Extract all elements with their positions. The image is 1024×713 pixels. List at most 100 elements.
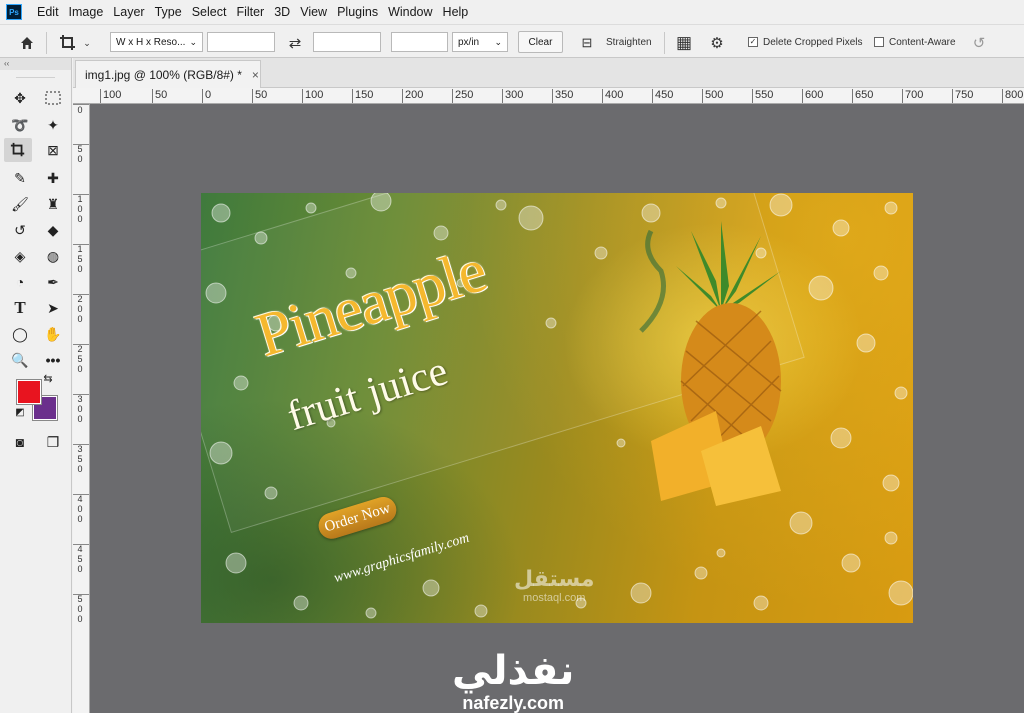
menu-layer[interactable]: Layer bbox=[108, 5, 149, 19]
content-aware-checkbox[interactable]: Content-Aware bbox=[874, 32, 956, 52]
content-aware-label: Content-Aware bbox=[889, 36, 956, 48]
ruler-label: 0 bbox=[77, 105, 83, 115]
menu-edit[interactable]: Edit bbox=[32, 5, 64, 19]
dodge-tool-icon[interactable]: ◔ bbox=[6, 270, 34, 294]
ruler-label: 5 bbox=[77, 144, 83, 154]
crop-tool-icon[interactable] bbox=[4, 138, 32, 162]
photoshop-logo-icon[interactable]: Ps bbox=[6, 4, 22, 20]
resolution-unit-select[interactable]: px/in ⌄ bbox=[452, 32, 508, 52]
ruler-label: 5 bbox=[77, 354, 83, 364]
swap-dimensions-icon[interactable]: ⇄ bbox=[284, 32, 306, 54]
ruler-label: 50 bbox=[152, 89, 167, 103]
home-icon[interactable] bbox=[16, 32, 38, 54]
ruler-label: 0 bbox=[77, 404, 83, 414]
history-brush-icon[interactable]: ↺ bbox=[6, 218, 34, 242]
canvas-area[interactable]: Pineapple fruit juice Order Now www.grap… bbox=[90, 104, 1024, 713]
ruler-label: 800 bbox=[1002, 89, 1023, 103]
chevron-down-icon[interactable]: ⌄ bbox=[81, 32, 93, 54]
close-icon[interactable]: × bbox=[252, 68, 259, 82]
menu-help[interactable]: Help bbox=[438, 5, 474, 19]
chevron-down-icon: ⌄ bbox=[494, 36, 502, 47]
checkbox-checked-icon: ✓ bbox=[748, 37, 758, 47]
menu-image[interactable]: Image bbox=[64, 5, 109, 19]
path-selection-icon[interactable]: ➤ bbox=[39, 296, 67, 320]
ruler-label: 2 bbox=[77, 294, 83, 304]
ruler-label: 600 bbox=[802, 89, 823, 103]
quick-mask-icon[interactable]: ◙ bbox=[6, 430, 34, 454]
ruler-label: 0 bbox=[77, 214, 83, 224]
ruler-label: 550 bbox=[752, 89, 773, 103]
eraser-icon[interactable]: ◆ bbox=[39, 218, 67, 242]
ratio-preset-select[interactable]: W x H x Reso... ⌄ bbox=[110, 32, 203, 52]
panel-collapse-button[interactable]: ‹‹ bbox=[0, 58, 71, 70]
mostaql-watermark-latin: mostaql.com bbox=[523, 592, 586, 604]
straighten-icon[interactable]: ⊟ bbox=[576, 32, 598, 54]
document-image[interactable]: Pineapple fruit juice Order Now www.grap… bbox=[201, 193, 913, 623]
rectangular-marquee-icon[interactable] bbox=[39, 86, 67, 110]
menu-3d[interactable]: 3D bbox=[269, 5, 295, 19]
vertical-ruler[interactable]: 0 5 0 1 0 0 1 5 0 2 0 0 2 5 0 3 0 0 3 5 … bbox=[73, 104, 90, 713]
menu-view[interactable]: View bbox=[295, 5, 332, 19]
ruler-label: 150 bbox=[352, 89, 373, 103]
pineapple-illustration bbox=[639, 221, 782, 506]
ruler-label: 0 bbox=[77, 304, 83, 314]
menu-type[interactable]: Type bbox=[150, 5, 187, 19]
screen-mode-icon[interactable]: ❐ bbox=[39, 430, 67, 454]
delete-cropped-pixels-label: Delete Cropped Pixels bbox=[763, 36, 863, 48]
menu-filter[interactable]: Filter bbox=[231, 5, 269, 19]
overlay-grid-icon[interactable]: ▦ bbox=[673, 32, 695, 54]
swap-colors-icon[interactable]: ⇆ bbox=[40, 370, 56, 386]
ruler-label: 0 bbox=[77, 414, 83, 424]
ruler-label: 500 bbox=[702, 89, 723, 103]
magic-wand-icon[interactable]: ✦ bbox=[39, 113, 67, 137]
nafezly-watermark-arabic: نفذلي bbox=[452, 648, 575, 694]
lasso-tool-icon[interactable]: ➰ bbox=[6, 113, 34, 137]
ruler-label: 450 bbox=[652, 89, 673, 103]
brush-tool-icon[interactable]: 🖌 bbox=[6, 192, 34, 216]
move-tool-icon[interactable]: ✥ bbox=[6, 86, 34, 110]
ruler-label: 1 bbox=[77, 194, 83, 204]
straighten-label[interactable]: Straighten bbox=[606, 32, 652, 52]
height-input[interactable] bbox=[313, 32, 381, 52]
paint-bucket-icon[interactable]: ◈ bbox=[6, 244, 34, 268]
mostaql-watermark: مستقل mostaql.com bbox=[514, 568, 594, 605]
ruler-label: 3 bbox=[77, 394, 83, 404]
pen-tool-icon[interactable]: ✒ bbox=[39, 270, 67, 294]
ruler-label: 100 bbox=[100, 89, 121, 103]
resolution-input[interactable] bbox=[391, 32, 448, 52]
panel-grip[interactable] bbox=[16, 70, 55, 78]
menu-window[interactable]: Window bbox=[383, 5, 437, 19]
ruler-label: 400 bbox=[602, 89, 623, 103]
hand-tool-icon[interactable]: ✋ bbox=[39, 322, 67, 346]
ruler-label: 650 bbox=[852, 89, 873, 103]
gear-icon[interactable]: ⚙ bbox=[706, 32, 728, 54]
width-input[interactable] bbox=[207, 32, 275, 52]
menu-bar: Ps Edit Image Layer Type Select Filter 3… bbox=[0, 0, 1024, 24]
ruler-label: 50 bbox=[252, 89, 267, 103]
more-tools-icon[interactable]: ••• bbox=[39, 348, 67, 372]
type-tool-icon[interactable]: T bbox=[6, 296, 34, 320]
document-tab[interactable]: img1.jpg @ 100% (RGB/8#) * × bbox=[75, 60, 261, 88]
delete-cropped-pixels-checkbox[interactable]: ✓ Delete Cropped Pixels bbox=[748, 32, 863, 52]
frame-tool-icon[interactable]: ⊠ bbox=[39, 138, 67, 162]
ruler-label: 0 bbox=[77, 204, 83, 214]
menu-select[interactable]: Select bbox=[187, 5, 232, 19]
ruler-label: 700 bbox=[902, 89, 923, 103]
menu-plugins[interactable]: Plugins bbox=[332, 5, 383, 19]
foreground-color-swatch[interactable] bbox=[16, 379, 42, 405]
ruler-label: 5 bbox=[77, 254, 83, 264]
healing-brush-icon[interactable]: ✚ bbox=[39, 166, 67, 190]
horizontal-ruler[interactable]: 100 50 0 50 100 150 200 250 300 350 400 … bbox=[73, 88, 1024, 104]
ruler-label: 0 bbox=[77, 564, 83, 574]
ruler-label: 0 bbox=[77, 314, 83, 324]
default-colors-icon[interactable]: ◩ bbox=[12, 404, 28, 420]
blur-tool-icon[interactable]: ◍ bbox=[39, 244, 67, 268]
ellipse-tool-icon[interactable]: ◯ bbox=[6, 322, 34, 346]
clone-stamp-icon[interactable]: ♜ bbox=[39, 192, 67, 216]
clear-button[interactable]: Clear bbox=[518, 31, 563, 53]
ruler-label: 750 bbox=[952, 89, 973, 103]
zoom-tool-icon[interactable]: 🔍 bbox=[6, 348, 34, 372]
crop-tool-preset-icon[interactable] bbox=[57, 32, 79, 54]
eyedropper-icon[interactable]: ✎ bbox=[6, 166, 34, 190]
reset-icon[interactable]: ↺ bbox=[968, 32, 990, 54]
